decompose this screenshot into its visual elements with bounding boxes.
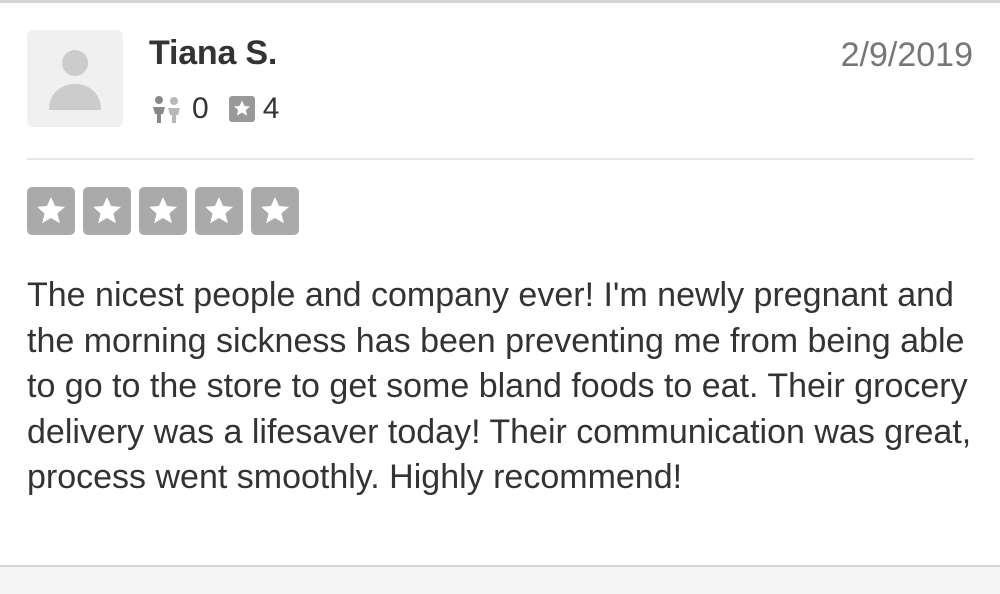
reviewer-name[interactable]: Tiana S. — [149, 33, 277, 73]
rating-star — [139, 187, 187, 235]
star-icon — [205, 197, 233, 224]
star-rating — [27, 187, 307, 235]
review-text: The nicest people and company ever! I'm … — [27, 276, 972, 496]
review-card: Tiana S. 2/9/2019 0 4 The nicest people … — [0, 3, 1000, 565]
next-review-strip — [0, 567, 1000, 594]
review-star-icon — [228, 96, 255, 122]
star-icon — [93, 197, 121, 224]
star-icon — [37, 197, 65, 224]
rating-star — [27, 187, 75, 235]
rating-star — [83, 187, 131, 235]
reviews-stat: 4 — [228, 91, 280, 127]
reviews-count: 4 — [262, 92, 280, 125]
friends-count: 0 — [192, 92, 209, 125]
reviewer-avatar[interactable] — [27, 30, 123, 127]
header-divider — [27, 158, 974, 160]
rating-star — [195, 187, 243, 235]
star-icon — [261, 197, 289, 224]
friends-icon — [153, 96, 180, 123]
default-user-icon — [49, 50, 101, 110]
review-date: 2/9/2019 — [840, 36, 973, 74]
rating-star — [251, 187, 299, 235]
friends-stat: 0 — [150, 91, 209, 127]
star-icon — [149, 197, 177, 224]
reviewer-stats: 0 4 — [150, 91, 299, 127]
